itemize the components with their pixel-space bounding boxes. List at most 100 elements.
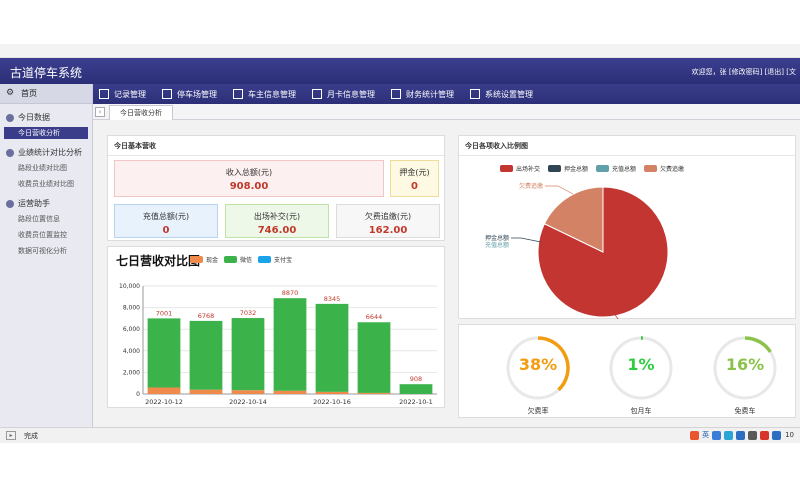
tab-today-revenue[interactable]: 今日营收分析 xyxy=(109,105,173,120)
y-tick-label: 10,000 xyxy=(119,283,140,290)
bar-segment xyxy=(189,320,223,390)
nav-label: 系统设置管理 xyxy=(485,89,533,99)
gauge-arc xyxy=(744,336,772,353)
nav-monthly-card[interactable]: 月卡信息管理 xyxy=(310,89,385,100)
legend-swatch xyxy=(258,256,272,263)
stat-label: 充值总额(元) xyxy=(142,212,190,221)
y-tick-label: 6,000 xyxy=(123,326,140,333)
nav-label: 月卡信息管理 xyxy=(327,89,375,99)
nav-label: 财务统计管理 xyxy=(406,89,454,99)
sidebar-item-road-location[interactable]: 路段位置信息 xyxy=(0,213,92,225)
sidebar-group-assistant[interactable]: 运营助手 xyxy=(0,198,92,209)
sidebar-home[interactable]: ⚙ 首页 xyxy=(0,84,92,104)
nav-label: 车主信息管理 xyxy=(248,89,296,99)
records-icon xyxy=(99,89,109,99)
sidebar-group-label: 今日数据 xyxy=(18,113,50,122)
y-tick-label: 4,000 xyxy=(123,348,140,355)
nav-parking-lot[interactable]: 停车场管理 xyxy=(160,89,227,100)
nav-owner-info[interactable]: 车主信息管理 xyxy=(231,89,306,100)
gauge-label-free: 免费车 xyxy=(734,407,756,415)
sidebar-item-data-visual[interactable]: 数据可视化分析 xyxy=(0,245,92,257)
sidebar-group-today[interactable]: 今日数据 xyxy=(0,112,92,123)
seven-day-bar-chart: 0 2,000 4,000 6,000 8,000 10,000 7001 6768 7032 8… xyxy=(119,283,437,406)
bar-segment xyxy=(315,391,349,394)
x-tick-label: 2022-10-14 xyxy=(229,398,267,406)
tab-scroll-left-icon[interactable]: ‹ xyxy=(95,107,105,117)
stat-value: 0 xyxy=(411,181,418,192)
legend-label: 支付宝 xyxy=(274,257,293,264)
bar-total-label: 6644 xyxy=(366,313,383,321)
owner-icon xyxy=(233,89,243,99)
grid-icon xyxy=(391,89,401,99)
gauge-value-arrears: 38% xyxy=(518,355,558,374)
tray-icon[interactable] xyxy=(760,430,770,440)
tray-icon[interactable] xyxy=(772,430,782,440)
nav-finance[interactable]: 财务统计管理 xyxy=(389,89,464,100)
sidebar-group-label: 运营助手 xyxy=(18,199,50,208)
legend-label: 微信 xyxy=(240,257,253,264)
group-icon xyxy=(6,148,14,157)
app-titlebar: 古道停车系统 欢迎您，张 [修改密码] [退出] [文 xyxy=(0,58,800,84)
y-tick-label: 0 xyxy=(136,391,140,398)
group-icon xyxy=(6,199,14,208)
ime-icon[interactable] xyxy=(690,430,700,440)
bar-total-label: 908 xyxy=(410,375,422,383)
bar-total-label: 7032 xyxy=(240,309,257,317)
panel-title: 今日各项收入比例图 xyxy=(459,136,795,156)
card-icon xyxy=(312,89,322,99)
legend-label: 充值总额 xyxy=(612,166,637,173)
stat-value: 908.00 xyxy=(229,181,269,192)
tray-icon[interactable] xyxy=(712,430,722,440)
income-pie-chart: 出场补交欠费追缴押金总额充值总额 xyxy=(485,182,669,319)
tab-strip: ‹ 今日营收分析 xyxy=(93,104,800,120)
bar-segment xyxy=(315,303,349,392)
pie-legend: 出场补交 押金总额 充值总额 欠费追缴 xyxy=(500,164,684,173)
sidebar-item-today-revenue[interactable]: 今日营收分析 xyxy=(4,127,88,139)
stat-label: 欠费追缴(元) xyxy=(364,212,412,221)
browser-toolbar xyxy=(0,44,800,58)
nav-settings[interactable]: 系统设置管理 xyxy=(468,89,543,100)
system-tray: 英 10 xyxy=(687,430,794,440)
legend-label: 欠费追缴 xyxy=(660,166,685,173)
ime-language[interactable]: 英 xyxy=(702,430,709,440)
nav-records[interactable]: 记录管理 xyxy=(97,89,156,100)
zoom-level[interactable]: 10 xyxy=(785,431,794,439)
tray-icon[interactable] xyxy=(736,430,746,440)
sidebar-group-performance[interactable]: 业绩统计对比分析 xyxy=(0,147,92,158)
sidebar-item-collector-compare[interactable]: 收费员业绩对比图 xyxy=(0,178,92,190)
nav-label: 停车场管理 xyxy=(177,89,217,99)
seven-day-legend: 现金 微信 支付宝 xyxy=(190,255,292,264)
tray-icon[interactable] xyxy=(748,430,758,440)
status-bar: ▸ 完成 英 10 xyxy=(0,427,800,443)
seven-day-title: 七日营收对比图 xyxy=(116,254,201,268)
bar-segment xyxy=(357,322,391,393)
main-nav: 记录管理 停车场管理 车主信息管理 月卡信息管理 财务统计管理 系统设置管理 xyxy=(93,84,800,104)
legend-swatch xyxy=(500,165,513,172)
stat-value: 0 xyxy=(162,225,170,236)
bar-segment xyxy=(231,318,265,391)
gauge-value-monthly: 1% xyxy=(627,355,655,374)
bar-segment xyxy=(399,384,433,394)
bar-total-label: 6768 xyxy=(198,312,215,320)
tray-icon[interactable] xyxy=(724,430,734,440)
legend-swatch xyxy=(548,165,562,172)
sidebar-item-road-compare[interactable]: 路段业绩对比图 xyxy=(0,162,92,174)
bar-segment xyxy=(273,298,307,391)
user-links[interactable]: 欢迎您，张 [修改密码] [退出] [文 xyxy=(692,67,796,77)
sidebar-item-collector-monitor[interactable]: 收费员位置监控 xyxy=(0,229,92,241)
gauge-label-arrears: 欠费率 xyxy=(527,407,549,415)
bar-segment xyxy=(231,390,265,394)
stat-value: 162.00 xyxy=(368,225,408,236)
stat-label: 收入总额(元) xyxy=(225,168,273,177)
x-tick-label: 2022-10-1 xyxy=(399,398,433,406)
bar-segment xyxy=(147,387,181,394)
group-icon xyxy=(6,113,14,122)
pie-label-arrears: 欠费追缴 xyxy=(519,182,543,190)
nav-label: 记录管理 xyxy=(114,89,146,99)
pie-label-recharge: 充值总额 xyxy=(485,241,509,249)
stat-label: 押金(元) xyxy=(399,168,430,177)
legend-swatch xyxy=(190,256,203,263)
leader-line xyxy=(545,185,574,195)
leader-line xyxy=(511,237,542,243)
page-icon: ▸ xyxy=(6,431,16,440)
